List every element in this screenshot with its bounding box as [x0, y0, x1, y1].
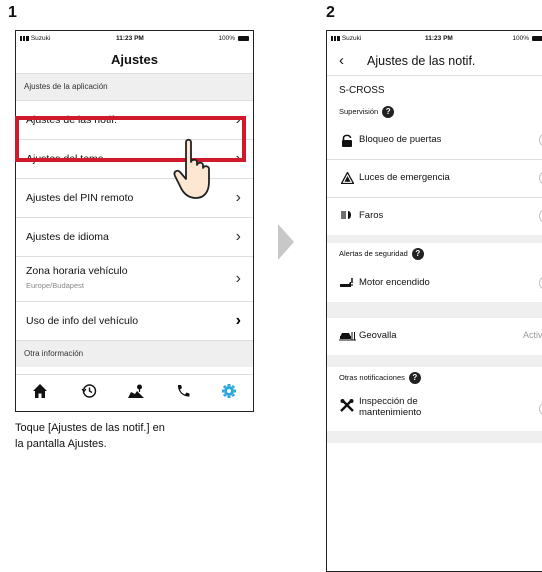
section-title: Supervisión	[339, 107, 379, 116]
section-other-notifications: Otras notificaciones?	[327, 367, 542, 389]
section-title: Otras notificaciones	[339, 373, 405, 382]
menu-item-sublabel: Europe/Budapest	[26, 281, 84, 290]
tab-bar	[16, 374, 253, 411]
help-icon[interactable]: ?	[411, 248, 424, 261]
lock-icon	[339, 134, 355, 150]
headlight-icon	[339, 210, 355, 223]
signal-icon	[331, 35, 340, 41]
toggle-row-door-lock: Bloqueo de puertas	[327, 122, 542, 159]
status-bar: Suzuki 11:23 PM 100%	[16, 31, 253, 47]
signal-icon	[20, 35, 29, 41]
menu-item-vehicle-info[interactable]: Uso de info del vehículo ›	[16, 302, 253, 341]
carrier: Suzuki	[341, 35, 362, 42]
carrier: Suzuki	[30, 35, 51, 42]
toggle-row-headlights: Faros	[327, 198, 542, 235]
next-step-arrow	[278, 224, 294, 260]
menu-item-language[interactable]: Ajustes de idioma ›	[16, 218, 253, 257]
hazard-icon	[339, 171, 355, 187]
help-icon[interactable]: ?	[408, 372, 421, 385]
status-bar: Suzuki 11:23 PM 100%	[327, 31, 542, 47]
notification-settings-screen: Suzuki 11:23 PM 100% ‹ Ajustes de las no…	[326, 30, 542, 572]
page-title: Ajustes	[16, 47, 253, 74]
clock: 11:23 PM	[116, 35, 144, 42]
battery-icon	[238, 35, 249, 41]
chevron-right-icon: ›	[235, 189, 241, 206]
vehicle-name: S-CROSS	[339, 85, 385, 96]
caption-line-1: Toque [Ajustes de las notif.] en	[15, 422, 165, 434]
geofence-status: Activo ›	[522, 330, 542, 340]
battery-icon	[532, 35, 542, 41]
chevron-right-icon: ›	[235, 270, 241, 287]
menu-item-label: Uso de info del vehículo	[26, 315, 139, 327]
toggle-label: Faros	[359, 210, 384, 221]
engine-icon	[339, 277, 355, 292]
toggle-label: Inspección de mantenimiento	[359, 396, 422, 418]
menu-item-label: Ajustes de idioma	[26, 231, 109, 243]
geofence-label: Geovalla	[359, 330, 397, 341]
page-title: Ajustes de las notif.	[367, 54, 476, 68]
section-app-settings: Ajustes de la aplicación	[16, 74, 253, 101]
clock: 11:23 PM	[425, 35, 453, 42]
menu-item-label: Zona horaria vehículo	[26, 265, 128, 277]
step-number-1: 1	[8, 4, 17, 21]
geofence-row[interactable]: Geovalla Activo ›	[327, 318, 542, 355]
wrench-icon	[339, 399, 355, 416]
history-icon[interactable]	[79, 383, 99, 403]
map-icon[interactable]	[126, 383, 146, 403]
battery-level: 100%	[512, 35, 529, 42]
toggle-label: Motor encendido	[359, 277, 430, 288]
toggle-row-engine-on: Motor encendido	[327, 265, 542, 302]
phone-icon[interactable]	[173, 383, 193, 403]
menu-item-timezone[interactable]: Zona horaria vehículo Europe/Budapest ›	[16, 257, 253, 302]
settings-screen: Suzuki 11:23 PM 100% Ajustes Ajustes de …	[15, 30, 254, 412]
section-supervision: Supervisión?	[327, 102, 542, 122]
menu-item-remote-pin[interactable]: Ajustes del PIN remoto ›	[16, 179, 253, 218]
battery-level: 100%	[218, 35, 235, 42]
toggle-row-maintenance: Inspección de mantenimiento	[327, 389, 542, 431]
geofence-icon	[339, 330, 356, 344]
toggle-label: Bloqueo de puertas	[359, 134, 442, 145]
section-security-alerts: Alertas de seguridad?	[327, 243, 542, 265]
toggle-row-hazard-lights: Luces de emergencia	[327, 160, 542, 197]
tap-hand-icon	[172, 138, 216, 202]
back-icon[interactable]: ‹	[339, 47, 344, 75]
chevron-right-icon: ›	[235, 228, 241, 245]
menu-item-label: Ajustes del PIN remoto	[26, 192, 134, 204]
chevron-right-icon: ›	[235, 312, 241, 329]
section-title: Alertas de seguridad	[339, 249, 408, 258]
section-other-info: Otra información	[16, 341, 253, 367]
header: ‹ Ajustes de las notif.	[327, 47, 542, 75]
home-icon[interactable]	[30, 383, 50, 403]
toggle-label: Luces de emergencia	[359, 172, 450, 183]
caption-line-2: la pantalla Ajustes.	[15, 438, 107, 450]
step-number-2: 2	[326, 4, 335, 21]
gear-icon[interactable]	[219, 383, 239, 403]
help-icon[interactable]: ?	[382, 106, 395, 119]
